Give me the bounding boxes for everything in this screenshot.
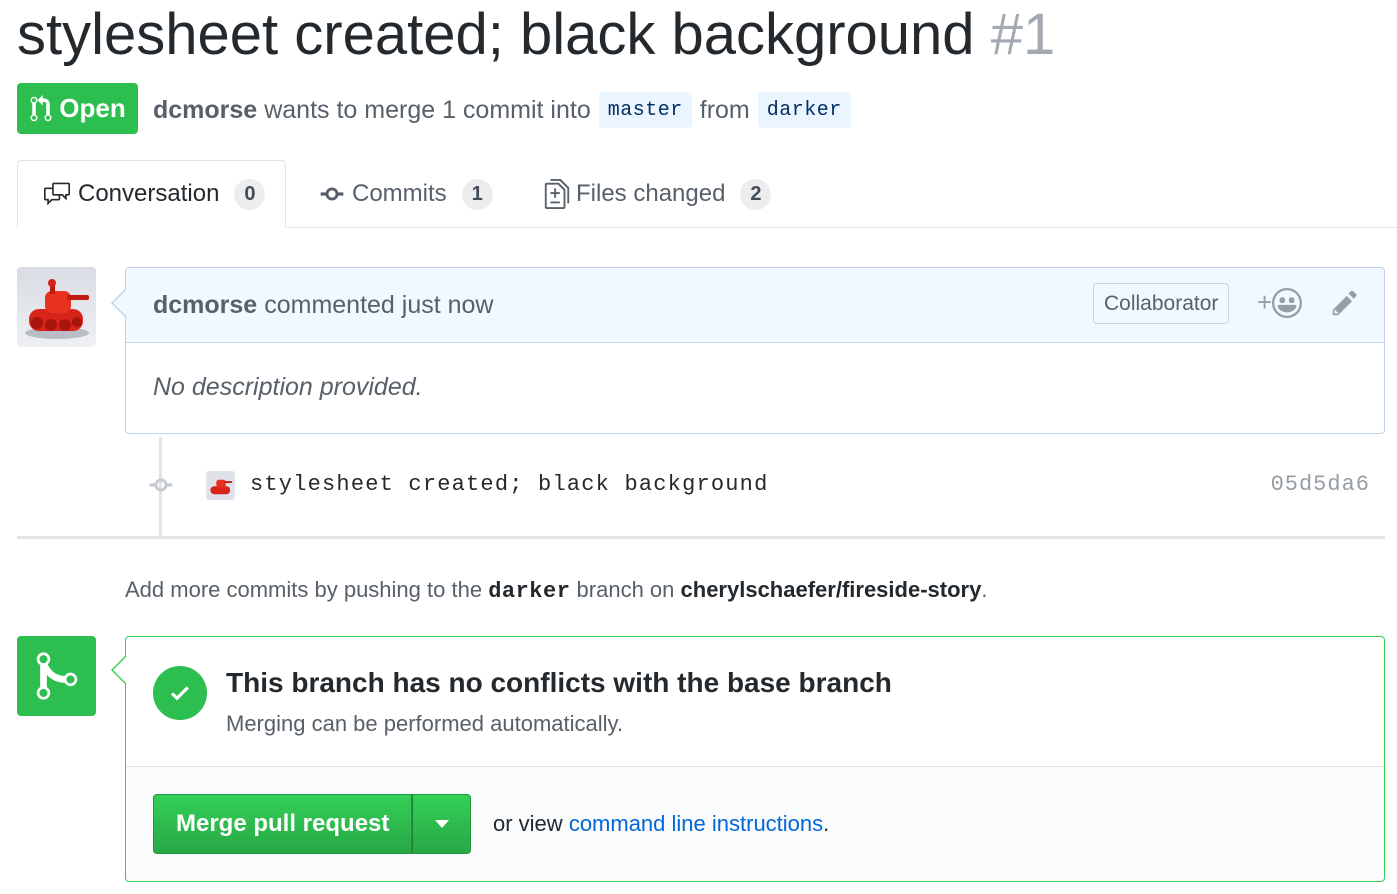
hint-repo: cherylschaefer/fireside-story	[680, 577, 982, 602]
pr-title-text: stylesheet created; black background	[17, 2, 975, 67]
collaborator-badge: Collaborator	[1093, 283, 1230, 324]
commit-message-link[interactable]: stylesheet created; black background	[250, 472, 768, 497]
red-tank-avatar-image	[206, 471, 235, 500]
pr-number: #1	[990, 2, 1056, 67]
diff-icon	[544, 179, 570, 209]
pr-author-link[interactable]: dcmorse	[153, 96, 257, 125]
tab-files-changed-label: Files changed	[576, 180, 726, 207]
edit-comment-button[interactable]	[1331, 289, 1359, 324]
merge-status-title: This branch has no conflicts with the ba…	[226, 667, 892, 698]
push-hint: Add more commits by pushing to the darke…	[125, 577, 987, 604]
git-commit-icon	[320, 187, 344, 201]
merge-status-subtitle: Merging can be performed automatically.	[226, 711, 624, 736]
tab-commits-label: Commits	[352, 180, 447, 207]
merge-method-dropdown-button[interactable]	[412, 794, 472, 854]
tab-files-changed[interactable]: Files changed 2	[544, 160, 772, 228]
add-reaction-button[interactable]: +	[1257, 287, 1303, 318]
from-text: from	[699, 95, 750, 124]
red-tank-avatar-image	[17, 267, 96, 347]
hint-middle: branch on	[576, 577, 675, 602]
comment-box: dcmorse commented just now Collaborator …	[111, 267, 1385, 434]
git-pull-request-icon	[30, 94, 52, 121]
commit-sha-link[interactable]: 05d5da6	[1271, 472, 1370, 497]
pr-meta: dcmorse wants to merge 1 commit into mas…	[153, 92, 859, 128]
triangle-down-icon	[434, 820, 449, 828]
comment-header: dcmorse commented just now Collaborator …	[113, 268, 1384, 343]
tab-conversation-label: Conversation	[78, 180, 220, 207]
status-label: Open	[59, 93, 126, 123]
comment-author-link[interactable]: dcmorse	[153, 291, 257, 320]
git-commit-icon	[149, 478, 173, 492]
pencil-icon	[1332, 290, 1357, 316]
git-merge-icon	[36, 652, 77, 700]
command-line-instructions-link[interactable]: command line instructions	[569, 811, 823, 836]
timeline-divider	[17, 536, 1385, 539]
merge-text: wants to merge 1 commit into	[264, 95, 591, 124]
check-icon	[171, 686, 189, 701]
merge-footer: Merge pull request or view command line …	[126, 766, 1384, 881]
pr-title: stylesheet created; black background #1	[17, 2, 1055, 68]
tab-files-changed-count: 2	[740, 178, 772, 210]
comment-discussion-icon	[44, 182, 70, 206]
alt-prefix: or view	[493, 811, 563, 836]
comment-body: No description provided.	[153, 373, 423, 401]
check-circle-icon	[153, 666, 207, 720]
tab-conversation[interactable]: Conversation 0	[17, 160, 286, 228]
merge-pull-request-button[interactable]: Merge pull request	[153, 794, 413, 854]
merge-button-group: Merge pull request	[153, 794, 472, 854]
reaction-plus: +	[1257, 287, 1273, 317]
merge-box: This branch has no conflicts with the ba…	[111, 636, 1385, 882]
hint-suffix: .	[981, 577, 988, 602]
tab-commits-count: 1	[461, 178, 493, 210]
comment-timestamp: commented just now	[264, 290, 494, 319]
alt-suffix: .	[823, 811, 830, 836]
base-branch[interactable]: master	[598, 92, 692, 128]
commit-author-avatar[interactable]	[206, 471, 235, 500]
hint-branch: darker	[488, 579, 571, 604]
tab-commits[interactable]: Commits 1	[318, 160, 493, 228]
tab-conversation-count: 0	[234, 178, 266, 210]
alt-instructions: or view command line instructions.	[493, 811, 829, 837]
smiley-icon	[1272, 287, 1303, 318]
head-branch[interactable]: darker	[757, 92, 851, 128]
status-badge: Open	[17, 83, 138, 134]
merge-status-icon	[17, 636, 96, 716]
avatar[interactable]	[17, 267, 96, 347]
hint-prefix: Add more commits by pushing to the	[125, 577, 483, 602]
